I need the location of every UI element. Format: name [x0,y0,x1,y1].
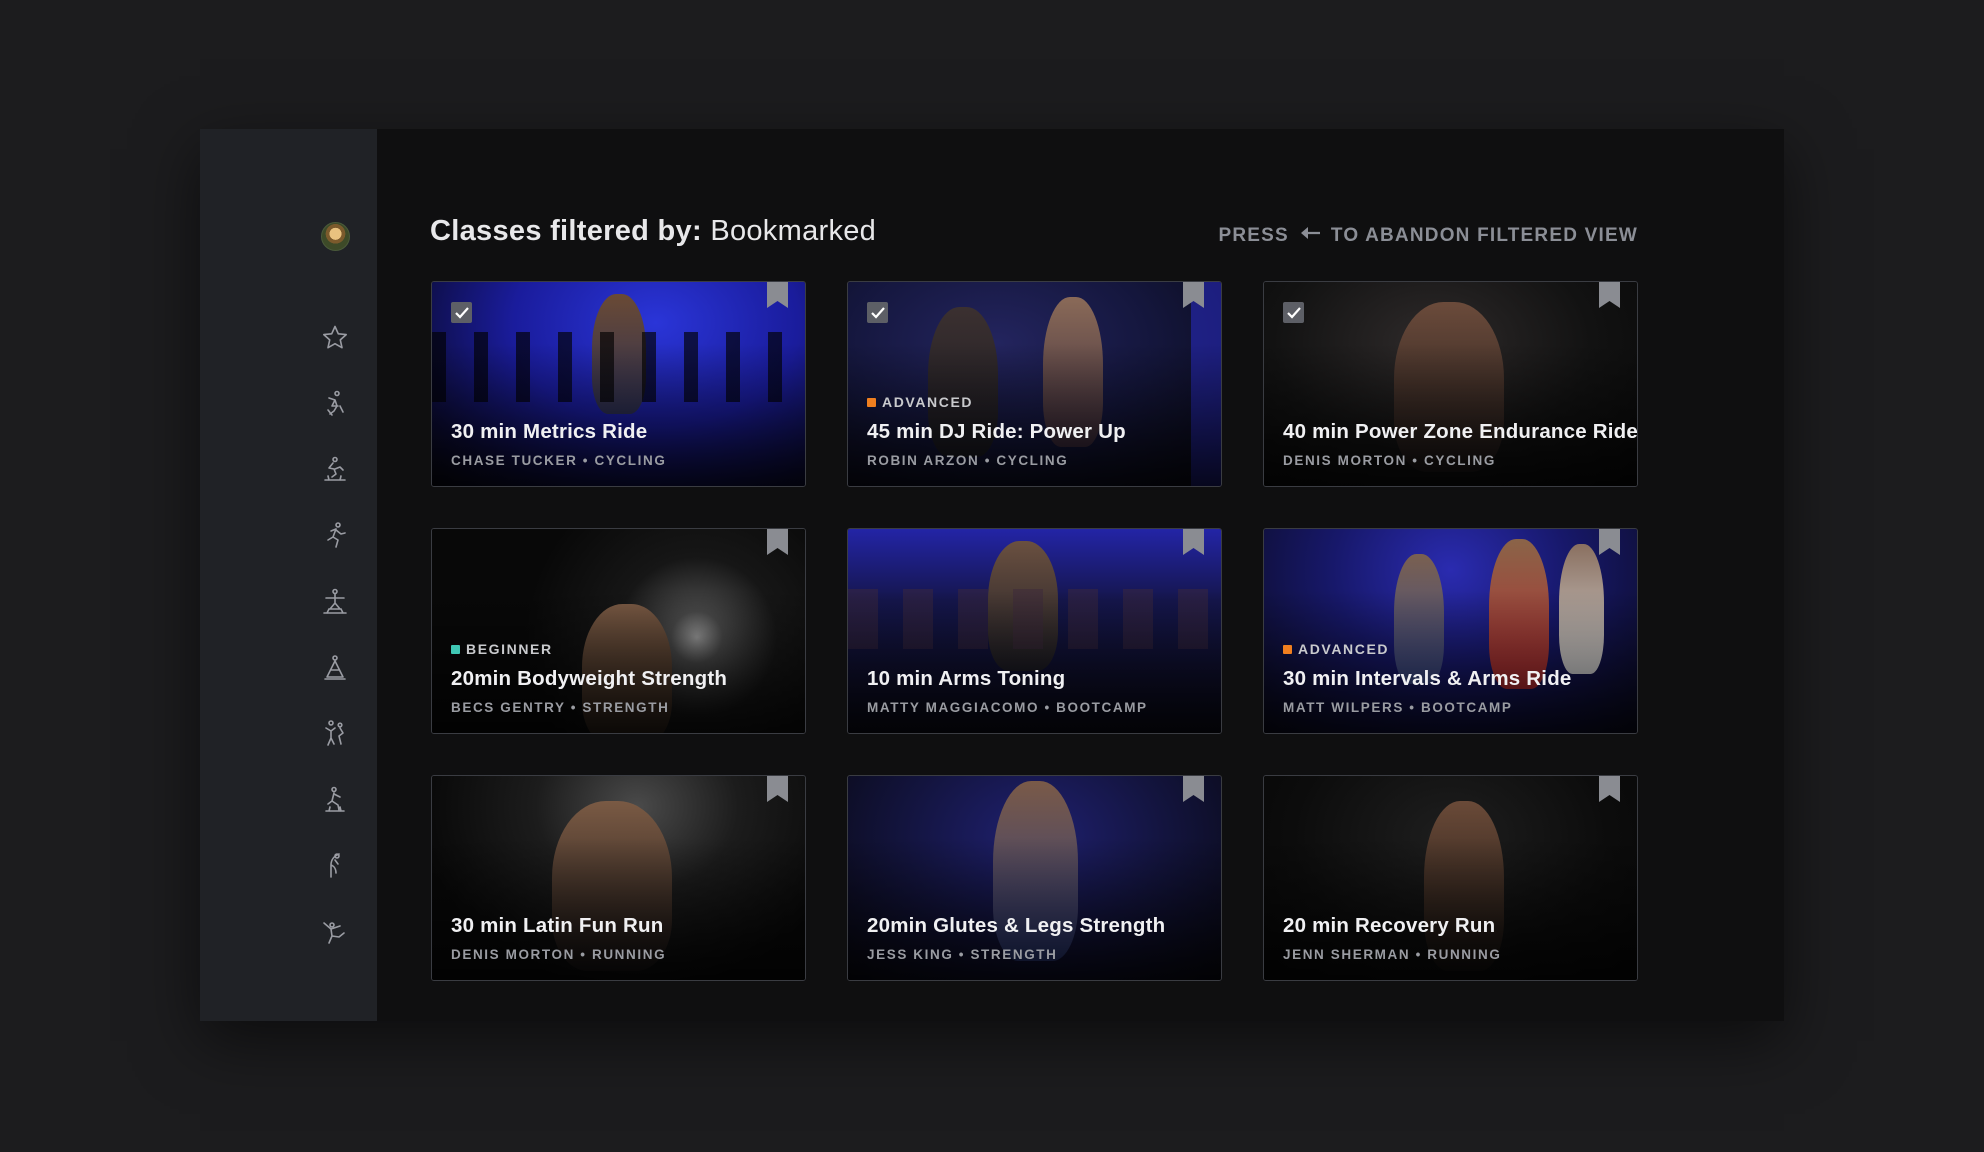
completed-check-icon [867,302,888,323]
class-title: 30 min Latin Fun Run [451,914,664,937]
class-card[interactable]: BEGINNER 20min Bodyweight Strength BECS … [431,528,806,734]
cardio-icon[interactable] [318,915,352,949]
advanced-level-icon [1283,644,1292,654]
bookmark-icon[interactable] [1599,282,1620,308]
bookmark-icon[interactable] [1599,529,1620,555]
class-title: 40 min Power Zone Endurance Ride [1283,420,1638,443]
arrow-left-icon [1299,225,1321,247]
class-title: 30 min Intervals & Arms Ride [1283,667,1572,690]
bookmark-icon[interactable] [1183,529,1204,555]
class-meta: JENN SHERMAN • RUNNING [1283,947,1502,962]
advanced-level-icon [867,397,876,407]
bookmark-icon[interactable] [1183,776,1204,802]
class-card[interactable]: 40 min Power Zone Endurance Ride DENIS M… [1263,281,1638,487]
class-title: 20 min Recovery Run [1283,914,1496,937]
class-title: 20min Glutes & Legs Strength [867,914,1166,937]
user-avatar[interactable] [321,222,350,251]
abandon-filter-hint: PRESS TO ABANDON FILTERED VIEW [1218,225,1638,247]
class-card[interactable]: ADVANCED 45 min DJ Ride: Power Up ROBIN … [847,281,1222,487]
bootcamp-icon[interactable] [318,717,352,751]
class-title: 45 min DJ Ride: Power Up [867,420,1126,443]
treadmill-icon[interactable] [318,453,352,487]
class-grid: 30 min Metrics Ride CHASE TUCKER • CYCLI… [431,281,1641,981]
stretching-icon[interactable] [318,849,352,883]
class-card[interactable]: ADVANCED 30 min Intervals & Arms Ride MA… [1263,528,1638,734]
class-card[interactable]: 30 min Metrics Ride CHASE TUCKER • CYCLI… [431,281,806,487]
level-badge: ADVANCED [867,394,973,410]
running-icon[interactable] [318,519,352,553]
star-icon[interactable] [318,321,352,355]
title-prefix: Classes filtered by: [430,215,702,247]
class-title: 20min Bodyweight Strength [451,667,728,690]
class-card[interactable]: 30 min Latin Fun Run DENIS MORTON • RUNN… [431,775,806,981]
class-meta: ROBIN ARZON • CYCLING [867,453,1069,468]
completed-check-icon [451,302,472,323]
class-meta: DENIS MORTON • RUNNING [451,947,667,962]
level-badge: ADVANCED [1283,641,1389,657]
bookmark-icon[interactable] [1183,282,1204,308]
bookmark-icon[interactable] [767,282,788,308]
class-title: 10 min Arms Toning [867,667,1066,690]
class-meta: DENIS MORTON • CYCLING [1283,453,1496,468]
app-window: Classes filtered by: Bookmarked PRESS TO… [200,129,1784,1021]
bookmark-icon[interactable] [767,529,788,555]
class-meta: MATT WILPERS • BOOTCAMP [1283,700,1513,715]
sidebar [200,129,377,1021]
class-meta: MATTY MAGGIACOMO • BOOTCAMP [867,700,1148,715]
strength-icon[interactable] [318,585,352,619]
class-title: 30 min Metrics Ride [451,420,648,443]
main-content: Classes filtered by: Bookmarked PRESS TO… [377,129,1784,1021]
bookmark-icon[interactable] [767,776,788,802]
level-badge: BEGINNER [451,641,553,657]
class-meta: BECS GENTRY • STRENGTH [451,700,670,715]
class-meta: JESS KING • STRENGTH [867,947,1058,962]
cycling-icon[interactable] [318,387,352,421]
class-card[interactable]: 20 min Recovery Run JENN SHERMAN • RUNNI… [1263,775,1638,981]
class-card[interactable]: 10 min Arms Toning MATTY MAGGIACOMO • BO… [847,528,1222,734]
hint-press: PRESS [1218,225,1289,246]
class-card[interactable]: 20min Glutes & Legs Strength JESS KING •… [847,775,1222,981]
class-meta: CHASE TUCKER • CYCLING [451,453,667,468]
title-filter: Bookmarked [710,215,877,247]
bookmark-icon[interactable] [1599,776,1620,802]
page-title: Classes filtered by: Bookmarked [430,215,876,248]
yoga-icon[interactable] [318,651,352,685]
completed-check-icon [1283,302,1304,323]
hint-suffix: TO ABANDON FILTERED VIEW [1330,225,1638,246]
beginner-level-icon [451,644,460,654]
rowing-icon[interactable] [318,783,352,817]
